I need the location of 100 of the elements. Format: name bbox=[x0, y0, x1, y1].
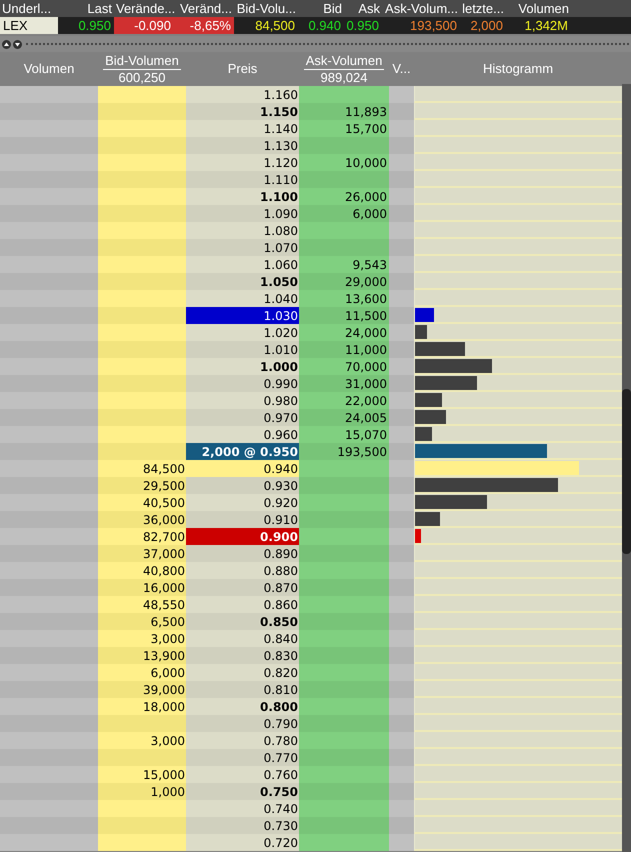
column-header[interactable]: Ask-Volumen bbox=[304, 52, 384, 70]
price-cell[interactable]: 0.780 bbox=[186, 732, 299, 749]
table-cell bbox=[389, 256, 414, 273]
table-cell: 13,600 bbox=[299, 290, 389, 307]
table-cell bbox=[389, 375, 414, 392]
price-cell[interactable]: 1.110 bbox=[186, 171, 299, 188]
column-total: 989,024 bbox=[320, 70, 368, 86]
price-cell[interactable]: 0.870 bbox=[186, 579, 299, 596]
price-cell[interactable]: 0.740 bbox=[186, 800, 299, 817]
price-cell[interactable]: 0.810 bbox=[186, 681, 299, 698]
column-header[interactable]: Volumen bbox=[506, 0, 571, 17]
price-cell[interactable]: 1.150 bbox=[186, 103, 299, 120]
price-cell[interactable]: 1.160 bbox=[186, 86, 299, 103]
price-cell[interactable]: 1.060 bbox=[186, 256, 299, 273]
price-cell[interactable]: 0.730 bbox=[186, 817, 299, 834]
price-cell[interactable]: 0.830 bbox=[186, 647, 299, 664]
table-cell bbox=[389, 698, 414, 715]
price-cell[interactable]: 0.980 bbox=[186, 392, 299, 409]
table-cell: 70,000 bbox=[299, 358, 389, 375]
scrollbar-thumb[interactable] bbox=[622, 389, 631, 554]
price-cell[interactable]: 0.890 bbox=[186, 545, 299, 562]
table-cell bbox=[389, 596, 414, 613]
price-cell[interactable]: 0.840 bbox=[186, 630, 299, 647]
price-cell[interactable]: 0.770 bbox=[186, 749, 299, 766]
price-cell[interactable]: 0.990 bbox=[186, 375, 299, 392]
price-cell[interactable]: 0.790 bbox=[186, 715, 299, 732]
column-header[interactable]: Histogramm bbox=[482, 61, 554, 77]
table-cell: 84,500 bbox=[98, 460, 186, 477]
column-header[interactable]: Volumen bbox=[24, 61, 74, 77]
table-cell: 3,000 bbox=[98, 732, 186, 749]
table-cell bbox=[389, 545, 414, 562]
price-cell[interactable]: 0.750 bbox=[186, 783, 299, 800]
price-cell[interactable]: 1.090 bbox=[186, 205, 299, 222]
column-header[interactable]: Underl... bbox=[0, 0, 58, 17]
price-cell[interactable]: 0.930 bbox=[186, 477, 299, 494]
table-cell bbox=[389, 562, 414, 579]
price-cell[interactable]: 0.850 bbox=[186, 613, 299, 630]
table-cell bbox=[389, 307, 414, 324]
table-cell bbox=[389, 426, 414, 443]
table-cell bbox=[389, 324, 414, 341]
table-cell bbox=[389, 528, 414, 545]
table-cell: 16,000 bbox=[98, 579, 186, 596]
price-cell[interactable]: 1.100 bbox=[186, 188, 299, 205]
price-cell[interactable]: 2,000 @ 0.950 bbox=[186, 443, 299, 460]
price-cell[interactable]: 0.920 bbox=[186, 494, 299, 511]
table-cell: 36,000 bbox=[98, 511, 186, 528]
table-cell: 1,000 bbox=[98, 783, 186, 800]
column-header[interactable]: Ask bbox=[344, 0, 382, 17]
column-header[interactable]: letzte... bbox=[460, 0, 506, 17]
table-cell bbox=[389, 630, 414, 647]
price-cell[interactable]: 0.720 bbox=[186, 834, 299, 851]
price-cell[interactable]: 1.010 bbox=[186, 341, 299, 358]
table-cell: 29,500 bbox=[98, 477, 186, 494]
up-arrow-icon[interactable] bbox=[2, 40, 11, 48]
price-cell[interactable]: 1.070 bbox=[186, 239, 299, 256]
table-cell: 6,500 bbox=[98, 613, 186, 630]
price-cell[interactable]: 1.040 bbox=[186, 290, 299, 307]
column-header[interactable]: Bid-Volu... bbox=[234, 0, 298, 17]
table-cell: 48,550 bbox=[98, 596, 186, 613]
ticker-value: LEX bbox=[0, 17, 58, 34]
column-header[interactable]: Preis bbox=[228, 61, 258, 77]
table-cell bbox=[389, 681, 414, 698]
price-cell[interactable]: 1.080 bbox=[186, 222, 299, 239]
table-cell: 15,070 bbox=[299, 426, 389, 443]
table-cell: 11,500 bbox=[299, 307, 389, 324]
column-header[interactable]: Bid bbox=[298, 0, 344, 17]
table-cell: 22,000 bbox=[299, 392, 389, 409]
price-cell[interactable]: 1.020 bbox=[186, 324, 299, 341]
price-cell[interactable]: 1.030 bbox=[186, 307, 299, 324]
table-cell bbox=[389, 732, 414, 749]
column-header[interactable]: Bid-Volumen bbox=[103, 52, 181, 70]
price-cell[interactable]: 0.970 bbox=[186, 409, 299, 426]
column-header[interactable]: Ask-Volum... bbox=[382, 0, 460, 17]
price-cell[interactable]: 0.760 bbox=[186, 766, 299, 783]
table-cell: 40,500 bbox=[98, 494, 186, 511]
price-cell[interactable]: 1.000 bbox=[186, 358, 299, 375]
table-cell bbox=[389, 205, 414, 222]
price-cell[interactable]: 0.880 bbox=[186, 562, 299, 579]
column-header[interactable]: V... bbox=[392, 61, 411, 77]
table-cell bbox=[389, 749, 414, 766]
column-header[interactable]: Verände... bbox=[114, 0, 174, 17]
price-cell[interactable]: 0.940 bbox=[186, 460, 299, 477]
price-cell[interactable]: 1.140 bbox=[186, 120, 299, 137]
price-cell[interactable]: 0.960 bbox=[186, 426, 299, 443]
table-cell: 11,893 bbox=[299, 103, 389, 120]
down-arrow-icon[interactable] bbox=[13, 40, 22, 48]
price-cell[interactable]: 0.820 bbox=[186, 664, 299, 681]
price-cell[interactable]: 0.800 bbox=[186, 698, 299, 715]
column-header[interactable]: Last bbox=[58, 0, 114, 17]
scrollbar[interactable] bbox=[622, 84, 631, 852]
price-cell[interactable]: 0.900 bbox=[186, 528, 299, 545]
price-cell[interactable]: 0.910 bbox=[186, 511, 299, 528]
price-cell[interactable]: 0.860 bbox=[186, 596, 299, 613]
column-header[interactable]: Veränd... bbox=[174, 0, 234, 17]
price-cell[interactable]: 1.130 bbox=[186, 137, 299, 154]
table-cell bbox=[389, 392, 414, 409]
price-cell[interactable]: 1.050 bbox=[186, 273, 299, 290]
price-cell[interactable]: 1.120 bbox=[186, 154, 299, 171]
table-cell bbox=[389, 494, 414, 511]
table-cell: 18,000 bbox=[98, 698, 186, 715]
